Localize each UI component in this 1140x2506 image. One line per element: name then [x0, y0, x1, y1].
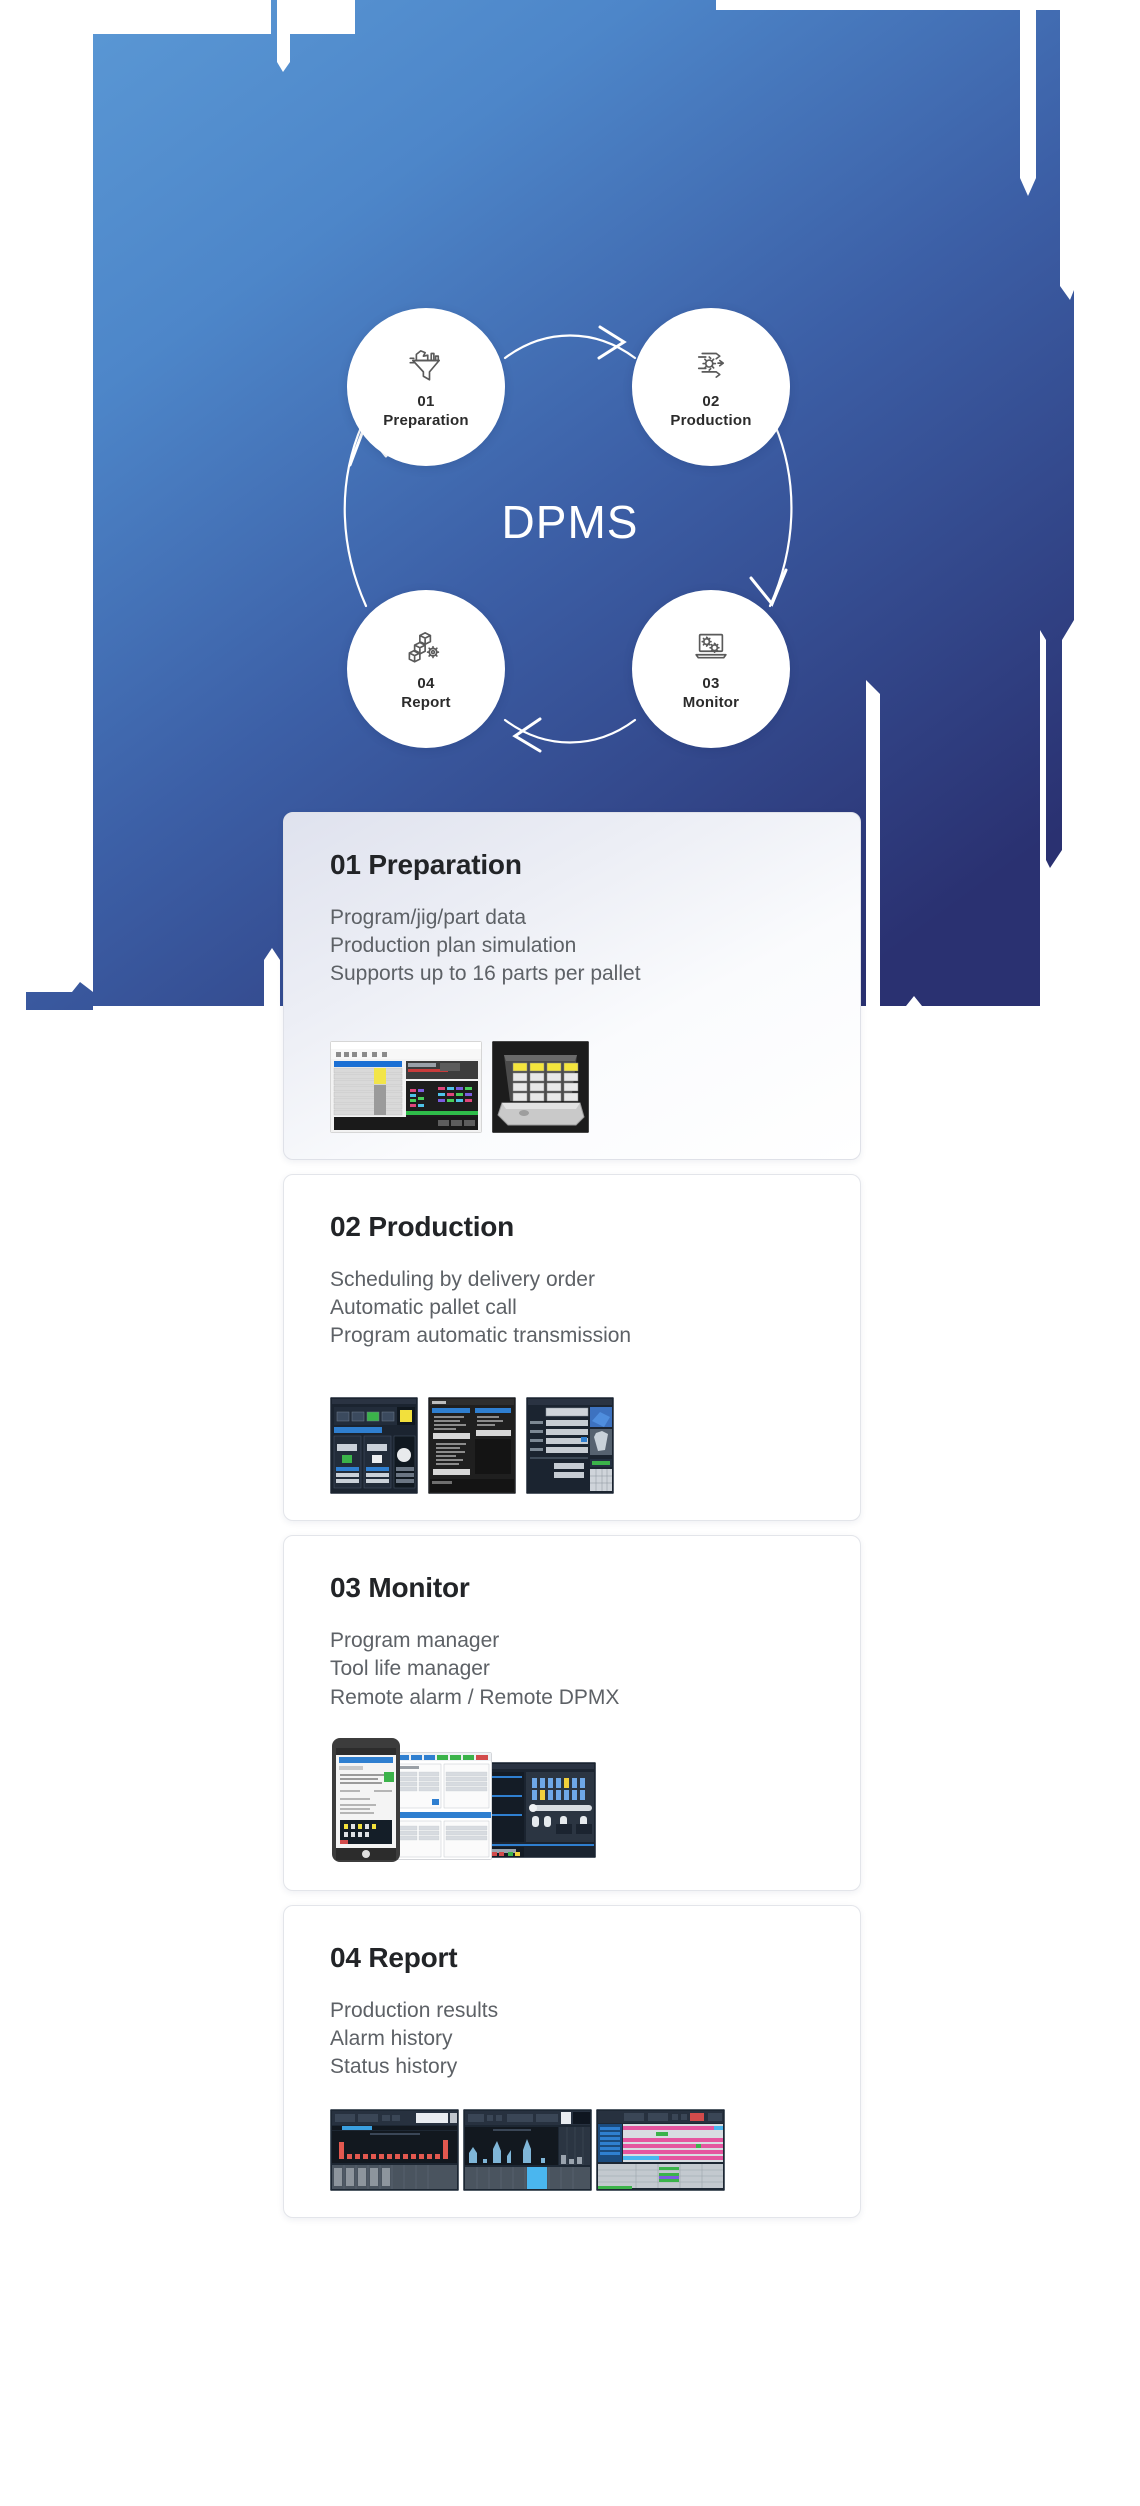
dpms-overview-page: DPMS 01 Preparation 02 Production 04 Rep… — [0, 0, 1140, 2506]
card-screenshot-strip — [330, 1013, 814, 1133]
program-manager-screenshot[interactable] — [394, 1751, 492, 1860]
card-screenshot-strip — [330, 1736, 814, 1864]
card-screenshot-strip — [330, 1374, 814, 1495]
cycle-node-production[interactable]: 02 Production — [632, 308, 790, 466]
gear-arrows-icon — [697, 352, 725, 379]
card-line: Production results — [330, 1998, 499, 2022]
card-line: Scheduling by delivery order — [330, 1267, 595, 1291]
cycle-center-title: DPMS — [501, 496, 639, 548]
card-description: Program/jig/part data Production plan si… — [330, 905, 814, 987]
cycle-node-number: 04 — [417, 675, 435, 693]
job-setup-screenshot[interactable] — [526, 1397, 614, 1495]
card-line: Supports up to 16 parts per pallet — [330, 962, 641, 986]
card-line: Alarm history — [330, 2026, 453, 2050]
card-line: Automatic pallet call — [330, 1295, 517, 1319]
card-screenshot-strip — [330, 2105, 814, 2192]
card-description: Program manager Tool life manager Remote… — [330, 1628, 814, 1710]
funnel-data-icon — [409, 350, 440, 381]
card-description: Scheduling by delivery order Automatic p… — [330, 1267, 814, 1349]
cycle-node-label: Production — [670, 412, 752, 429]
card-line: Production plan simulation — [330, 934, 577, 958]
tool-life-manager-screenshot[interactable] — [488, 1761, 596, 1858]
program-list-screenshot[interactable] — [428, 1397, 516, 1495]
card-line: Tool life manager — [330, 1657, 490, 1681]
cycle-node-label: Report — [401, 694, 451, 711]
feature-card-report[interactable]: 04 Report Production results Alarm histo… — [283, 1904, 861, 2219]
feature-card-production[interactable]: 02 Production Scheduling by delivery ord… — [283, 1173, 861, 1522]
card-title: 01 Preparation — [330, 849, 522, 880]
scheduler-table-screenshot[interactable] — [330, 1040, 482, 1133]
laptop-gears-icon — [695, 634, 727, 659]
status-history-gantt-screenshot[interactable] — [596, 2109, 725, 2192]
card-title: 02 Production — [330, 1210, 515, 1242]
cycle-node-number: 03 — [702, 675, 720, 693]
alarm-history-chart-screenshot[interactable] — [463, 2109, 592, 2192]
cycle-node-monitor[interactable]: 03 Monitor — [632, 590, 790, 748]
dpms-cycle-diagram: DPMS 01 Preparation 02 Production 04 Rep… — [0, 270, 1140, 790]
production-results-chart-screenshot[interactable] — [330, 2109, 459, 2192]
blocks-gear-icon — [408, 632, 440, 663]
card-title: 03 Monitor — [330, 1572, 470, 1604]
card-line: Status history — [330, 2055, 458, 2079]
cycle-node-label: Monitor — [682, 694, 740, 711]
cycle-node-number: 02 — [702, 393, 720, 411]
pallet-16-slot-screenshot[interactable] — [492, 1040, 589, 1133]
pallet-status-screenshot[interactable] — [330, 1397, 418, 1495]
mobile-remote-alarm-screenshot[interactable] — [330, 1736, 402, 1864]
cycle-node-report[interactable]: 04 Report — [347, 590, 505, 748]
cycle-node-preparation[interactable]: 01 Preparation — [347, 308, 505, 466]
card-title: 04 Report — [330, 1941, 458, 1973]
card-line: Program manager — [330, 1629, 500, 1653]
card-line: Program/jig/part data — [330, 906, 527, 929]
card-line: Remote alarm / Remote DPMX — [330, 1685, 620, 1709]
feature-card-list: 01 Preparation Program/jig/part data Pro… — [283, 812, 861, 2232]
feature-card-preparation[interactable]: 01 Preparation Program/jig/part data Pro… — [283, 812, 861, 1160]
cycle-node-number: 01 — [417, 393, 435, 411]
card-description: Production results Alarm history Status … — [330, 1998, 814, 2080]
cycle-node-label: Preparation — [383, 412, 469, 429]
card-line: Program automatic transmission — [330, 1323, 632, 1347]
feature-card-monitor[interactable]: 03 Monitor Program manager Tool life man… — [283, 1535, 861, 1891]
